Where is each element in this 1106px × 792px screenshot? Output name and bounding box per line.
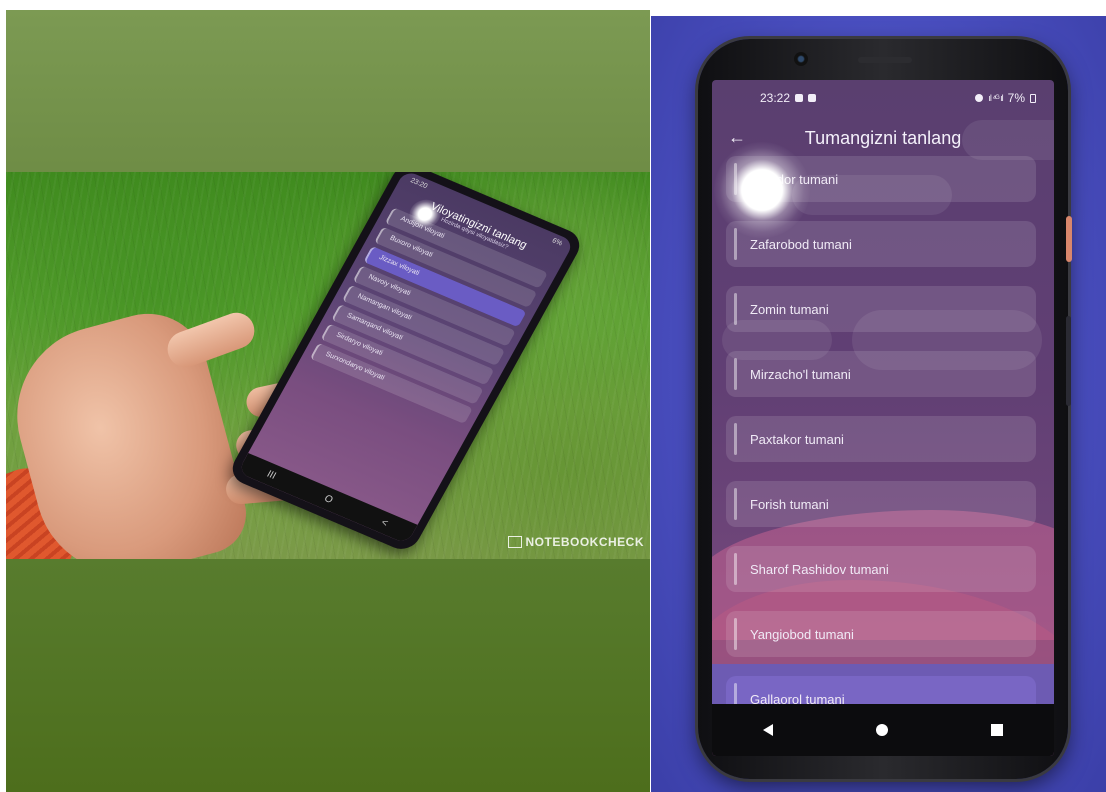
- status-time: 23:22: [760, 91, 791, 105]
- triangle-back-icon[interactable]: [763, 724, 774, 736]
- right-phone-panel: 23:22 ıl ⁴ᴳ ıl 7% ← Tumangizni tanlang Z…: [651, 16, 1106, 792]
- glow-effect: [714, 142, 810, 238]
- district-label: Sharof Rashidov tumani: [750, 561, 889, 577]
- square-recent-icon[interactable]: [990, 724, 1003, 736]
- district-item[interactable]: Zomin tumani: [726, 286, 1036, 332]
- gallery-notification-icon: [795, 94, 804, 102]
- phone-frame: 23:22 ıl ⁴ᴳ ıl 7% ← Tumangizni tanlang Z…: [698, 39, 1068, 779]
- district-label: Zomin tumani: [750, 301, 829, 317]
- item-accent-bar: [734, 228, 737, 260]
- hand-holding-phone-photo: 23:20 6% Viloyatingizni tanlang Hozirda …: [6, 172, 650, 559]
- mini-back-icon: <: [379, 516, 391, 529]
- district-label: Zafarobod tumani: [750, 236, 852, 252]
- watermark-logo-icon: [508, 536, 523, 548]
- battery-percent: 7%: [1007, 91, 1025, 105]
- district-label: Paxtakor tumani: [750, 431, 844, 447]
- item-accent-bar: [734, 553, 737, 585]
- watermark-text: NOTEBOOKCHECK: [525, 535, 644, 549]
- system-nav-bar: [712, 704, 1054, 756]
- item-accent-bar: [734, 618, 737, 650]
- battery-icon: [1030, 93, 1036, 103]
- message-notification-icon: [808, 94, 817, 102]
- district-item[interactable]: Paxtakor tumani: [726, 416, 1036, 462]
- alarm-icon: [975, 94, 984, 102]
- mini-recent-icon: III: [265, 468, 279, 482]
- front-camera-icon: [794, 52, 808, 66]
- item-accent-bar: [734, 423, 737, 455]
- speaker-grille: [858, 57, 912, 63]
- mini-status-time: 23:20: [409, 177, 429, 191]
- district-label: Mirzacho'l tumani: [750, 366, 851, 382]
- watermark: NOTEBOOKCHECK: [508, 535, 644, 549]
- mini-status-battery: 6%: [550, 237, 564, 248]
- district-item[interactable]: Mirzacho'l tumani: [726, 351, 1036, 397]
- left-photo-panel: 23:20 6% Viloyatingizni tanlang Hozirda …: [6, 10, 650, 792]
- mini-home-icon: O: [322, 492, 335, 506]
- power-button: [1066, 216, 1072, 262]
- status-bar: 23:22 ıl ⁴ᴳ ıl 7%: [712, 80, 1054, 116]
- district-list: Zarbdor tumaniZafarobod tumaniZomin tuma…: [726, 156, 1036, 741]
- district-label: Forish tumani: [750, 496, 829, 512]
- circle-home-icon[interactable]: [875, 724, 888, 736]
- item-accent-bar: [734, 358, 737, 390]
- volume-button: [1066, 316, 1071, 406]
- phone-screen: 23:22 ıl ⁴ᴳ ıl 7% ← Tumangizni tanlang Z…: [712, 80, 1054, 756]
- district-item[interactable]: Yangiobod tumani: [726, 611, 1036, 657]
- district-item[interactable]: Forish tumani: [726, 481, 1036, 527]
- district-item[interactable]: Sharof Rashidov tumani: [726, 546, 1036, 592]
- signal-icon: ıl ⁴ᴳ ıl: [988, 93, 1003, 103]
- item-accent-bar: [734, 488, 737, 520]
- district-label: Yangiobod tumani: [750, 626, 854, 642]
- item-accent-bar: [734, 293, 737, 325]
